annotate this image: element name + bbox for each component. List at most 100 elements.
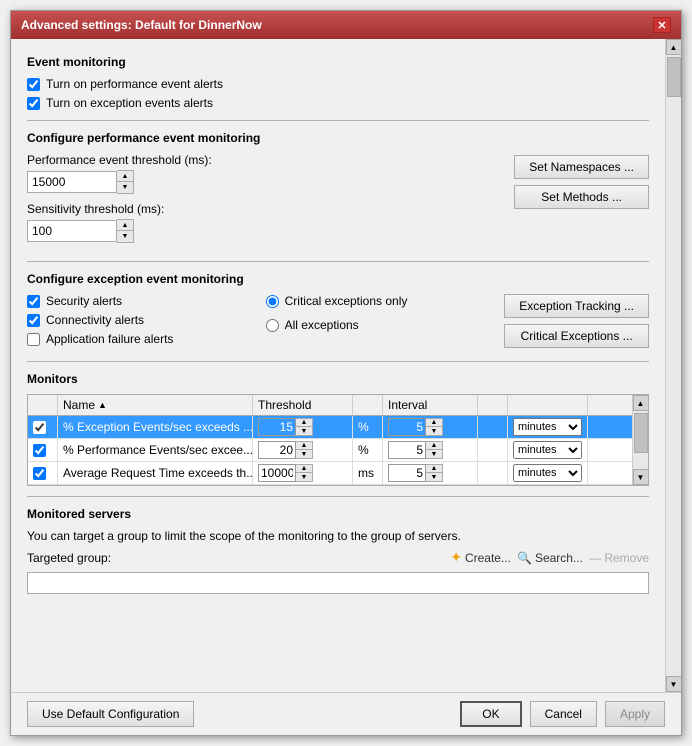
monitors-scroll-container: Name ▲ Threshold Interval bbox=[28, 395, 648, 485]
perf-left: Performance event threshold (ms): 15000 … bbox=[27, 153, 504, 251]
col-name-header: Name ▲ bbox=[58, 395, 253, 415]
row3-threshold-input[interactable] bbox=[258, 464, 296, 482]
row1-threshold-cell: ▲ ▼ bbox=[253, 416, 353, 438]
row3-interval-input[interactable] bbox=[388, 464, 426, 482]
title-bar: Advanced settings: Default for DinnerNow… bbox=[11, 11, 681, 39]
row2-interval-spinner-btns: ▲ ▼ bbox=[426, 441, 443, 459]
row3-interval-select[interactable]: minutes bbox=[513, 464, 582, 482]
set-namespaces-button[interactable]: Set Namespaces ... bbox=[514, 155, 649, 179]
row3-thresh-down[interactable]: ▼ bbox=[296, 473, 312, 481]
row3-threshold-cell: ▲ ▼ bbox=[253, 462, 353, 484]
row1-thresh-down[interactable]: ▼ bbox=[296, 427, 312, 435]
sort-arrow: ▲ bbox=[98, 400, 107, 410]
exception-section: Security alerts Connectivity alerts Appl… bbox=[27, 294, 649, 351]
threshold-spinner-btns: ▲ ▼ bbox=[117, 170, 134, 194]
create-icon: ✦ bbox=[450, 549, 462, 566]
row2-threshold-input[interactable] bbox=[258, 441, 296, 459]
critical-exceptions-button[interactable]: Critical Exceptions ... bbox=[504, 324, 649, 348]
row1-interval-down[interactable]: ▼ bbox=[426, 427, 442, 435]
table-row[interactable]: % Performance Events/sec excee... ▲ ▼ bbox=[28, 439, 632, 462]
row1-checkbox[interactable] bbox=[33, 421, 46, 434]
event-monitoring-title: Event monitoring bbox=[27, 55, 649, 69]
table-scrollbar-thumb[interactable] bbox=[634, 413, 648, 453]
row1-interval-type-cell: minutes bbox=[508, 416, 588, 438]
row3-scroll-cell bbox=[588, 462, 604, 484]
row1-interval-select[interactable]: minutes bbox=[513, 418, 582, 436]
table-scrollbar[interactable]: ▲ ▼ bbox=[632, 395, 648, 485]
sensitivity-label: Sensitivity threshold (ms): bbox=[27, 202, 504, 216]
row1-interval-up[interactable]: ▲ bbox=[426, 419, 442, 427]
main-scrollbar-thumb[interactable] bbox=[667, 57, 681, 97]
row3-checkbox[interactable] bbox=[33, 467, 46, 480]
monitored-servers-desc: You can target a group to limit the scop… bbox=[27, 529, 649, 543]
row3-interval-up[interactable]: ▲ bbox=[426, 465, 442, 473]
dialog-title: Advanced settings: Default for DinnerNow bbox=[21, 18, 262, 32]
row1-threshold-spinner: ▲ ▼ bbox=[258, 418, 313, 436]
perf-right: Set Namespaces ... Set Methods ... bbox=[514, 155, 649, 209]
main-scroll-down-btn[interactable]: ▼ bbox=[666, 676, 682, 692]
row1-threshold-input[interactable] bbox=[258, 418, 296, 436]
row2-threshold-spinner-btns: ▲ ▼ bbox=[296, 441, 313, 459]
sensitivity-spinner-group: 100 ▲ ▼ bbox=[27, 219, 504, 243]
all-exceptions-radio[interactable] bbox=[266, 319, 279, 332]
row3-check-cell bbox=[28, 462, 58, 484]
cancel-button[interactable]: Cancel bbox=[530, 701, 597, 727]
exception-alert-row: Turn on exception events alerts bbox=[27, 96, 649, 110]
sensitivity-up-btn[interactable]: ▲ bbox=[117, 220, 133, 231]
row2-interval-select[interactable]: minutes bbox=[513, 441, 582, 459]
row2-thresh-down[interactable]: ▼ bbox=[296, 450, 312, 458]
row2-interval-down[interactable]: ▼ bbox=[426, 450, 442, 458]
use-default-button[interactable]: Use Default Configuration bbox=[27, 701, 194, 727]
col-interval-type-header bbox=[508, 395, 588, 415]
perf-alert-checkbox[interactable] bbox=[27, 78, 40, 91]
row3-thresh-up[interactable]: ▲ bbox=[296, 465, 312, 473]
table-scroll-up-btn[interactable]: ▲ bbox=[633, 395, 649, 411]
set-methods-button[interactable]: Set Methods ... bbox=[514, 185, 649, 209]
row3-interval-down[interactable]: ▼ bbox=[426, 473, 442, 481]
sensitivity-input[interactable]: 100 bbox=[27, 220, 117, 242]
app-failure-checkbox[interactable] bbox=[27, 333, 40, 346]
row2-checkbox[interactable] bbox=[33, 444, 46, 457]
row2-interval-up[interactable]: ▲ bbox=[426, 442, 442, 450]
search-action[interactable]: 🔍 Search... bbox=[517, 551, 583, 565]
main-scrollbar[interactable]: ▲ ▼ bbox=[665, 39, 681, 692]
row2-thresh-up[interactable]: ▲ bbox=[296, 442, 312, 450]
create-action[interactable]: ✦ Create... bbox=[450, 549, 511, 566]
row2-interval-input[interactable] bbox=[388, 441, 426, 459]
ok-button[interactable]: OK bbox=[460, 701, 521, 727]
table-row[interactable]: % Exception Events/sec exceeds ... ▲ ▼ bbox=[28, 416, 632, 439]
table-scroll-down-btn[interactable]: ▼ bbox=[633, 469, 649, 485]
app-failure-row: Application failure alerts bbox=[27, 332, 256, 346]
targeted-group-input[interactable] bbox=[27, 572, 649, 594]
row1-unit-cell: % bbox=[353, 416, 383, 438]
threshold-down-btn[interactable]: ▼ bbox=[117, 182, 133, 193]
threshold-up-btn[interactable]: ▲ bbox=[117, 171, 133, 182]
monitors-table: Name ▲ Threshold Interval bbox=[27, 394, 649, 486]
close-button[interactable]: ✕ bbox=[653, 17, 671, 33]
table-row[interactable]: Average Request Time exceeds th... ▲ ▼ bbox=[28, 462, 632, 485]
security-alert-label: Security alerts bbox=[46, 294, 122, 308]
security-alert-checkbox[interactable] bbox=[27, 295, 40, 308]
threshold-spinner-group: 15000 ▲ ▼ bbox=[27, 170, 504, 194]
threshold-input[interactable]: 15000 bbox=[27, 171, 117, 193]
apply-button[interactable]: Apply bbox=[605, 701, 665, 727]
main-scroll-up-btn[interactable]: ▲ bbox=[666, 39, 682, 55]
row1-thresh-up[interactable]: ▲ bbox=[296, 419, 312, 427]
row1-interval-input[interactable] bbox=[388, 418, 426, 436]
row3-unit-cell: ms bbox=[353, 462, 383, 484]
row1-interval-spinner-btns: ▲ ▼ bbox=[426, 418, 443, 436]
exception-tracking-button[interactable]: Exception Tracking ... bbox=[504, 294, 649, 318]
row1-scroll-cell bbox=[588, 416, 604, 438]
targeted-group-label: Targeted group: bbox=[27, 551, 111, 565]
monitors-table-header: Name ▲ Threshold Interval bbox=[28, 395, 632, 416]
row2-unit-cell: % bbox=[353, 439, 383, 461]
remove-dash: — bbox=[589, 551, 604, 565]
remove-action[interactable]: — Remove bbox=[589, 551, 649, 565]
connectivity-alert-checkbox[interactable] bbox=[27, 314, 40, 327]
critical-only-radio[interactable] bbox=[266, 295, 279, 308]
exception-alert-checkbox[interactable] bbox=[27, 97, 40, 110]
row1-interval-unit-cell bbox=[478, 416, 508, 438]
row3-interval-cell: ▲ ▼ bbox=[383, 462, 478, 484]
row2-name-cell: % Performance Events/sec excee... bbox=[58, 439, 253, 461]
sensitivity-down-btn[interactable]: ▼ bbox=[117, 231, 133, 242]
